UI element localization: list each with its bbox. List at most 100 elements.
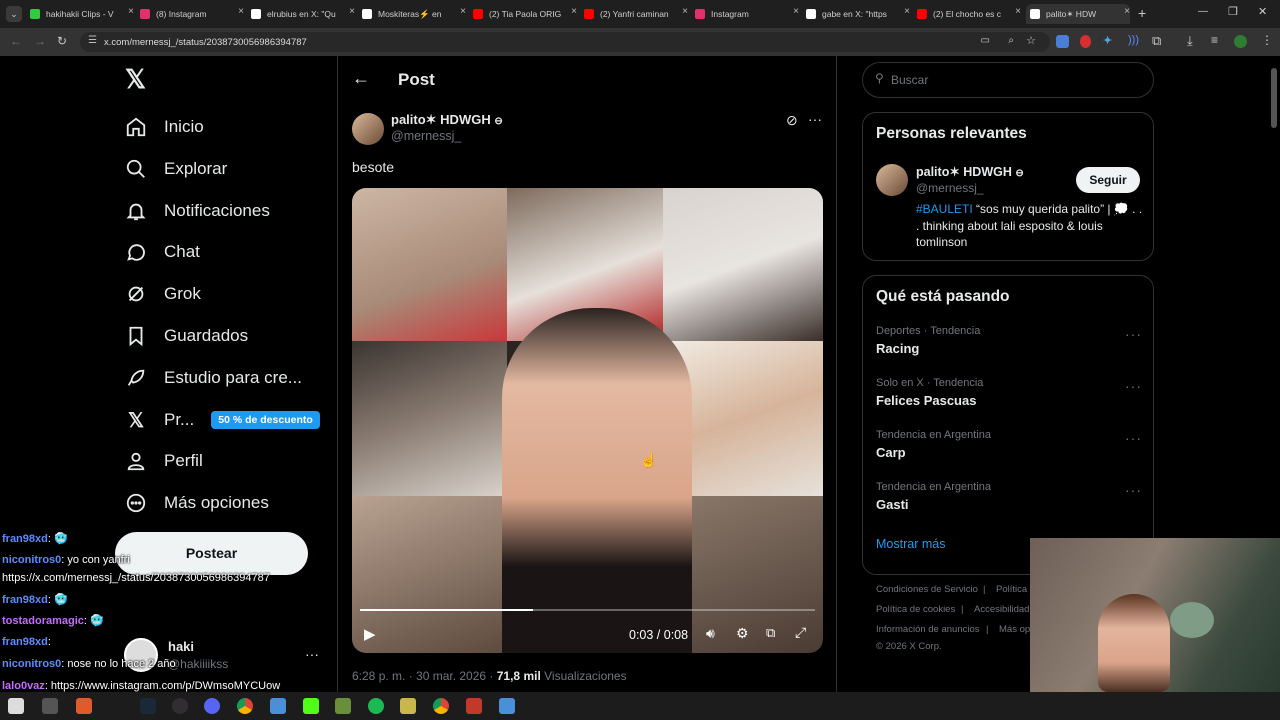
trend-item[interactable]: Tendencia en Argentina Gasti ···	[863, 476, 1153, 526]
reading-list-icon[interactable]: ≡	[1211, 33, 1218, 47]
post-more-icon[interactable]: ···	[808, 111, 822, 127]
author-avatar[interactable]	[352, 113, 384, 145]
taskbar-app-icon[interactable]	[270, 698, 286, 714]
trend-item[interactable]: Tendencia en Argentina Carp ···	[863, 424, 1153, 474]
extensions-icon[interactable]: ⧉	[1152, 33, 1161, 49]
close-icon[interactable]: ✕	[1258, 5, 1267, 18]
taskbar-app-icon[interactable]	[76, 698, 92, 714]
spotify-icon[interactable]	[368, 698, 384, 714]
author-name[interactable]: palito✶ HDWGH ⊖	[391, 112, 503, 128]
show-more-link[interactable]: Mostrar más	[876, 537, 945, 551]
nav-item-estudio[interactable]: Estudio para cre...	[124, 358, 302, 398]
taskbar-app-icon[interactable]	[400, 698, 416, 714]
kick-icon[interactable]	[303, 698, 319, 714]
tab-close-icon[interactable]: ×	[128, 6, 134, 17]
tab-close-icon[interactable]: ×	[682, 6, 688, 17]
picture-in-picture-icon[interactable]: ⧉	[766, 625, 775, 641]
grok-analyze-icon[interactable]: ⊘	[786, 112, 798, 129]
chrome-icon[interactable]	[237, 698, 253, 714]
chat-username[interactable]: fran98xd	[2, 636, 48, 648]
footer-link-more[interactable]: Más op	[999, 624, 1030, 635]
tab-close-icon[interactable]: ×	[238, 6, 244, 17]
footer-link-accessibility[interactable]: Accesibilidad	[974, 604, 1029, 615]
account-more-icon[interactable]: ···	[305, 646, 319, 662]
taskbar-app-icon[interactable]	[466, 698, 482, 714]
download-icon[interactable]: ⤓	[1187, 33, 1193, 49]
footer-link-privacy[interactable]: Política	[996, 584, 1027, 595]
browser-tab[interactable]: hakihakii Clips - V ×	[30, 4, 134, 24]
relevant-user-avatar[interactable]	[876, 164, 908, 196]
chat-username[interactable]: fran98xd	[2, 594, 48, 606]
chat-username[interactable]: fran98xd	[2, 533, 48, 545]
trend-more-icon[interactable]: ···	[1125, 430, 1142, 446]
bio-hashtag-link[interactable]: #BAULETI	[916, 202, 973, 216]
install-app-icon[interactable]: ▭	[981, 35, 990, 46]
reload-icon[interactable]: ↻	[57, 34, 67, 48]
extension-icon-1[interactable]	[1056, 35, 1069, 48]
fullscreen-icon[interactable]: ⤢	[795, 624, 806, 641]
zoom-icon[interactable]: ⌕	[1008, 35, 1014, 46]
video-player[interactable]: ▶ 0:03 / 0:08 🔊︎ ⚙ ⧉ ⤢	[352, 188, 823, 653]
tab-close-icon[interactable]: ×	[1015, 6, 1021, 17]
search-box[interactable]: ⚲ Buscar	[862, 62, 1154, 98]
chrome-active-icon[interactable]	[433, 698, 449, 714]
nav-item-guardados[interactable]: Guardados	[124, 316, 248, 356]
nav-item-premium[interactable]: 𝕏 Pr... 50 % de descuento	[124, 400, 320, 440]
bookmark-star-icon[interactable]: ☆	[1026, 34, 1036, 47]
browser-tab[interactable]: (2) Yanfri caminan ×	[584, 4, 688, 24]
browser-tab[interactable]: (2) Tia Paola ORIG ×	[473, 4, 577, 24]
chat-username[interactable]: tostadoramagic	[2, 615, 84, 627]
tab-close-icon[interactable]: ×	[1124, 6, 1130, 17]
tab-close-icon[interactable]: ×	[460, 6, 466, 17]
volume-icon[interactable]: 🔊︎	[706, 625, 715, 642]
settings-icon[interactable]: ⚙	[736, 625, 749, 642]
browser-tab[interactable]: (8) Instagram ×	[140, 4, 244, 24]
extension-icon-3[interactable]: ✦	[1103, 34, 1112, 47]
relevant-user-name[interactable]: palito✶ HDWGH ⊖	[916, 164, 1024, 179]
trend-more-icon[interactable]: ···	[1125, 482, 1142, 498]
restore-icon[interactable]: ❐	[1228, 5, 1238, 18]
discord-icon[interactable]	[204, 698, 220, 714]
nav-item-perfil[interactable]: Perfil	[124, 441, 203, 481]
page-scrollbar[interactable]	[1271, 68, 1277, 128]
tab-close-icon[interactable]: ×	[571, 6, 577, 17]
new-tab-button[interactable]: +	[1138, 5, 1146, 21]
trend-more-icon[interactable]: ···	[1125, 326, 1142, 342]
chat-username[interactable]: niconitros0	[2, 658, 61, 670]
browser-tab[interactable]: gabe en X: "https ×	[806, 4, 910, 24]
footer-link-ads[interactable]: Información de anuncios	[876, 624, 980, 635]
nav-item-chat[interactable]: Chat	[124, 232, 200, 272]
profile-avatar[interactable]	[1234, 35, 1247, 48]
browser-menu-icon[interactable]: ⋮	[1261, 33, 1273, 47]
nav-item-explorar[interactable]: Explorar	[124, 149, 227, 189]
extension-icon-4[interactable]: )))	[1128, 34, 1139, 46]
trend-item[interactable]: Deportes · Tendencia Racing ···	[863, 320, 1153, 370]
browser-tab[interactable]: (2) El chocho es c ×	[917, 4, 1021, 24]
url-input[interactable]: ☰ x.com/mernessj_/status/203873005698639…	[80, 32, 1050, 52]
play-icon[interactable]: ▶	[364, 625, 376, 643]
post-button[interactable]: Postear	[115, 532, 308, 575]
relevant-user-handle[interactable]: @mernessj_	[916, 181, 984, 195]
browser-tab[interactable]: Instagram ×	[695, 4, 799, 24]
author-handle[interactable]: @mernessj_	[391, 129, 461, 143]
trend-more-icon[interactable]: ···	[1125, 378, 1142, 394]
follow-button[interactable]: Seguir	[1076, 167, 1140, 193]
minecraft-icon[interactable]	[335, 698, 351, 714]
trend-item[interactable]: Solo en X · Tendencia Felices Pascuas ··…	[863, 372, 1153, 422]
back-arrow-icon[interactable]: ←	[352, 68, 370, 89]
obs-icon[interactable]	[172, 698, 188, 714]
minimize-icon[interactable]: —	[1198, 6, 1208, 17]
post-timestamp[interactable]: 6:28 p. m. · 30 mar. 2026 ·	[352, 669, 497, 683]
nav-item-mas-opciones[interactable]: Más opciones	[124, 483, 269, 523]
chat-username[interactable]: niconitros0	[2, 554, 61, 566]
x-logo[interactable]: 𝕏	[125, 64, 146, 95]
browser-tab[interactable]: elrubius en X: "Qu ×	[251, 4, 355, 24]
browser-tab[interactable]: palito✶ HDW ×	[1026, 4, 1130, 24]
extension-icon-2[interactable]	[1080, 35, 1091, 48]
nav-item-inicio[interactable]: Inicio	[124, 107, 204, 147]
chat-username[interactable]: lalo0vaz	[2, 680, 45, 692]
nav-item-notificaciones[interactable]: Notificaciones	[124, 191, 270, 231]
tab-close-icon[interactable]: ×	[904, 6, 910, 17]
forward-icon[interactable]: →	[34, 34, 46, 48]
tab-search-button[interactable]: ⌄	[6, 6, 22, 22]
